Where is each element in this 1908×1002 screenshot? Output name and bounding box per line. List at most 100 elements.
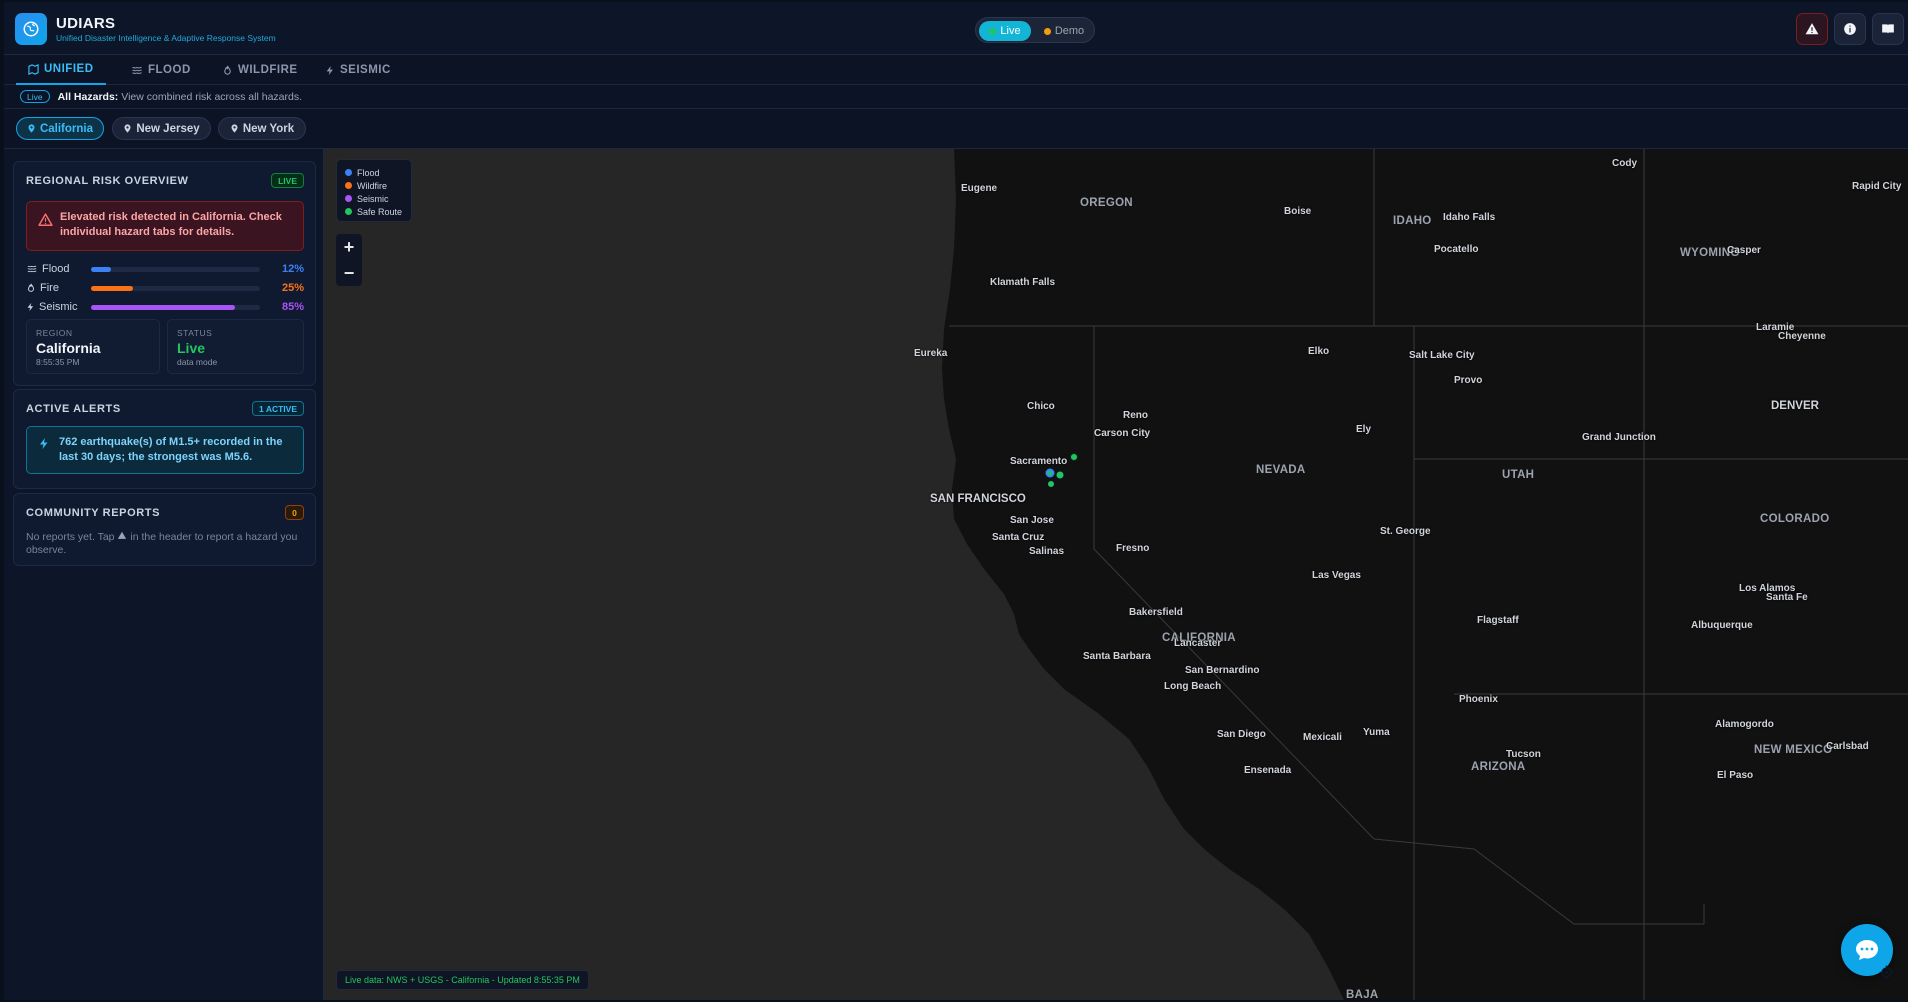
community-reports-title: COMMUNITY REPORTS — [26, 507, 161, 519]
region-time: 8:55:35 PM — [36, 357, 80, 367]
info-title: All Hazards: — [57, 90, 119, 103]
city-label: Mexicali — [1303, 732, 1342, 743]
flood-dot-icon — [345, 169, 352, 176]
locate-me-button[interactable] — [1876, 962, 1896, 982]
demo-mode-label: Demo — [1054, 25, 1085, 37]
safe-route-marker[interactable] — [1047, 470, 1053, 476]
city-label: San Bernardino — [1185, 665, 1260, 676]
city-label: Klamath Falls — [990, 277, 1056, 288]
hazard-markers[interactable] — [1034, 449, 1094, 489]
city-label: Elko — [1308, 346, 1330, 357]
map-icon — [28, 63, 39, 75]
no-reports-text-a: No reports yet. Tap — [26, 531, 115, 543]
flame-icon — [224, 65, 231, 75]
legend-label: Wildfire — [357, 180, 388, 191]
hazard-map[interactable]: OREGON IDAHO WYOMING NEVADA UTAH COLORAD… — [324, 149, 1908, 1000]
info-text: View combined risk across all hazards. — [121, 90, 302, 103]
hazard-label: Flood — [42, 263, 70, 275]
region-chip-new-york[interactable]: New York — [218, 117, 306, 140]
region-chip-new-jersey[interactable]: New Jersey — [112, 117, 211, 140]
city-label: Albuquerque — [1691, 620, 1753, 631]
map-basemap — [942, 149, 1908, 1000]
map-pin-icon — [231, 124, 238, 133]
safe-route-marker[interactable] — [1070, 453, 1078, 461]
mode-toggle: Live Demo — [975, 17, 1095, 43]
info-icon — [1844, 23, 1856, 35]
risk-overview-card: REGIONAL RISK OVERVIEW LIVE Elevated ris… — [13, 161, 316, 386]
city-label: Bakersfield — [1129, 607, 1183, 618]
city-label: Long Beach — [1164, 681, 1222, 692]
city-label: Eugene — [961, 183, 998, 194]
book-icon — [1882, 24, 1894, 34]
live-mode-label: Live — [1000, 25, 1021, 37]
state-label: NEW MEXICO — [1754, 744, 1833, 756]
state-label: IDAHO — [1393, 215, 1432, 227]
risk-overview-title: REGIONAL RISK OVERVIEW — [26, 175, 189, 187]
hazard-row-seismic: Seismic 85% — [26, 301, 304, 315]
info-button[interactable] — [1834, 13, 1866, 45]
city-label: Eureka — [914, 348, 948, 359]
hazard-tabs: UNIFIED FLOOD WILDFIRE SEISMIC — [4, 55, 1908, 85]
region-chip-label: California — [39, 122, 94, 135]
city-label: Santa Fe — [1766, 592, 1808, 603]
active-alerts-card: ACTIVE ALERTS 1 ACTIVE 762 earthquake(s)… — [13, 389, 316, 489]
active-alerts-title: ACTIVE ALERTS — [26, 403, 121, 415]
app-title: UDIARS — [56, 15, 116, 32]
status-value: Live — [177, 340, 206, 356]
region-info-box: REGION California 8:55:35 PM — [26, 319, 160, 374]
city-label: Salt Lake City — [1409, 350, 1475, 361]
bolt-icon — [40, 438, 48, 449]
city-label: Idaho Falls — [1443, 212, 1496, 223]
city-label: Chico — [1027, 401, 1055, 412]
city-label: Lancaster — [1174, 638, 1222, 649]
city-label: Ensenada — [1244, 765, 1292, 776]
live-mode-button[interactable]: Live — [979, 21, 1031, 41]
app-subtitle: Unified Disaster Intelligence & Adaptive… — [56, 33, 276, 43]
report-hazard-button[interactable] — [1796, 13, 1828, 45]
region-chip-label: New Jersey — [136, 122, 200, 135]
map-pin-icon — [124, 124, 131, 133]
hazard-bar-fill — [91, 286, 134, 291]
hazard-percent: 12% — [281, 263, 304, 275]
tab-wildfire[interactable]: WILDFIRE — [210, 55, 310, 85]
app-header: UDIARS Unified Disaster Intelligence & A… — [4, 2, 1908, 55]
waves-icon — [27, 265, 37, 273]
tab-seismic-label: SEISMIC — [340, 64, 391, 76]
live-badge: LIVE — [271, 173, 304, 188]
zoom-out-button[interactable]: − — [336, 260, 362, 286]
city-label: Rapid City — [1852, 181, 1902, 192]
city-label: Flagstaff — [1477, 615, 1519, 626]
status-sub: data mode — [177, 357, 218, 367]
globe-logo-icon — [15, 13, 47, 45]
city-label: Santa Barbara — [1083, 651, 1151, 662]
safe-route-marker[interactable] — [1047, 480, 1055, 488]
city-label: Pocatello — [1434, 244, 1479, 255]
tab-unified[interactable]: UNIFIED — [16, 55, 106, 85]
bolt-icon — [27, 302, 34, 312]
alert-item[interactable]: 762 earthquake(s) of M1.5+ recorded in t… — [26, 426, 304, 474]
city-label: St. George — [1380, 526, 1431, 537]
hazard-bar — [91, 267, 260, 272]
hazard-bar — [91, 286, 260, 291]
guide-button[interactable] — [1872, 13, 1904, 45]
region-chip-california[interactable]: California — [16, 117, 104, 140]
city-label: SAN FRANCISCO — [930, 493, 1026, 505]
state-label: NEVADA — [1256, 464, 1306, 476]
live-dot-icon — [989, 27, 997, 35]
zoom-in-button[interactable]: + — [336, 234, 362, 260]
legend-label: Seismic — [357, 193, 389, 204]
tab-seismic[interactable]: SEISMIC — [313, 55, 403, 85]
app-window: UDIARS Unified Disaster Intelligence & A… — [4, 2, 1908, 1000]
city-label: Alamogordo — [1715, 719, 1774, 730]
tab-flood[interactable]: FLOOD — [119, 55, 203, 85]
no-reports-text: No reports yet. Tap in the header to rep… — [26, 531, 306, 557]
zoom-control: + − — [336, 234, 362, 286]
legend-label: Flood — [357, 167, 380, 178]
brand: UDIARS Unified Disaster Intelligence & A… — [56, 15, 276, 43]
city-label: San Jose — [1010, 515, 1054, 526]
demo-mode-button[interactable]: Demo — [1036, 21, 1092, 41]
safe-route-marker[interactable] — [1055, 470, 1065, 480]
tab-wildfire-label: WILDFIRE — [238, 64, 298, 76]
hazard-percent: 25% — [281, 282, 304, 294]
state-label: COLORADO — [1760, 513, 1830, 525]
